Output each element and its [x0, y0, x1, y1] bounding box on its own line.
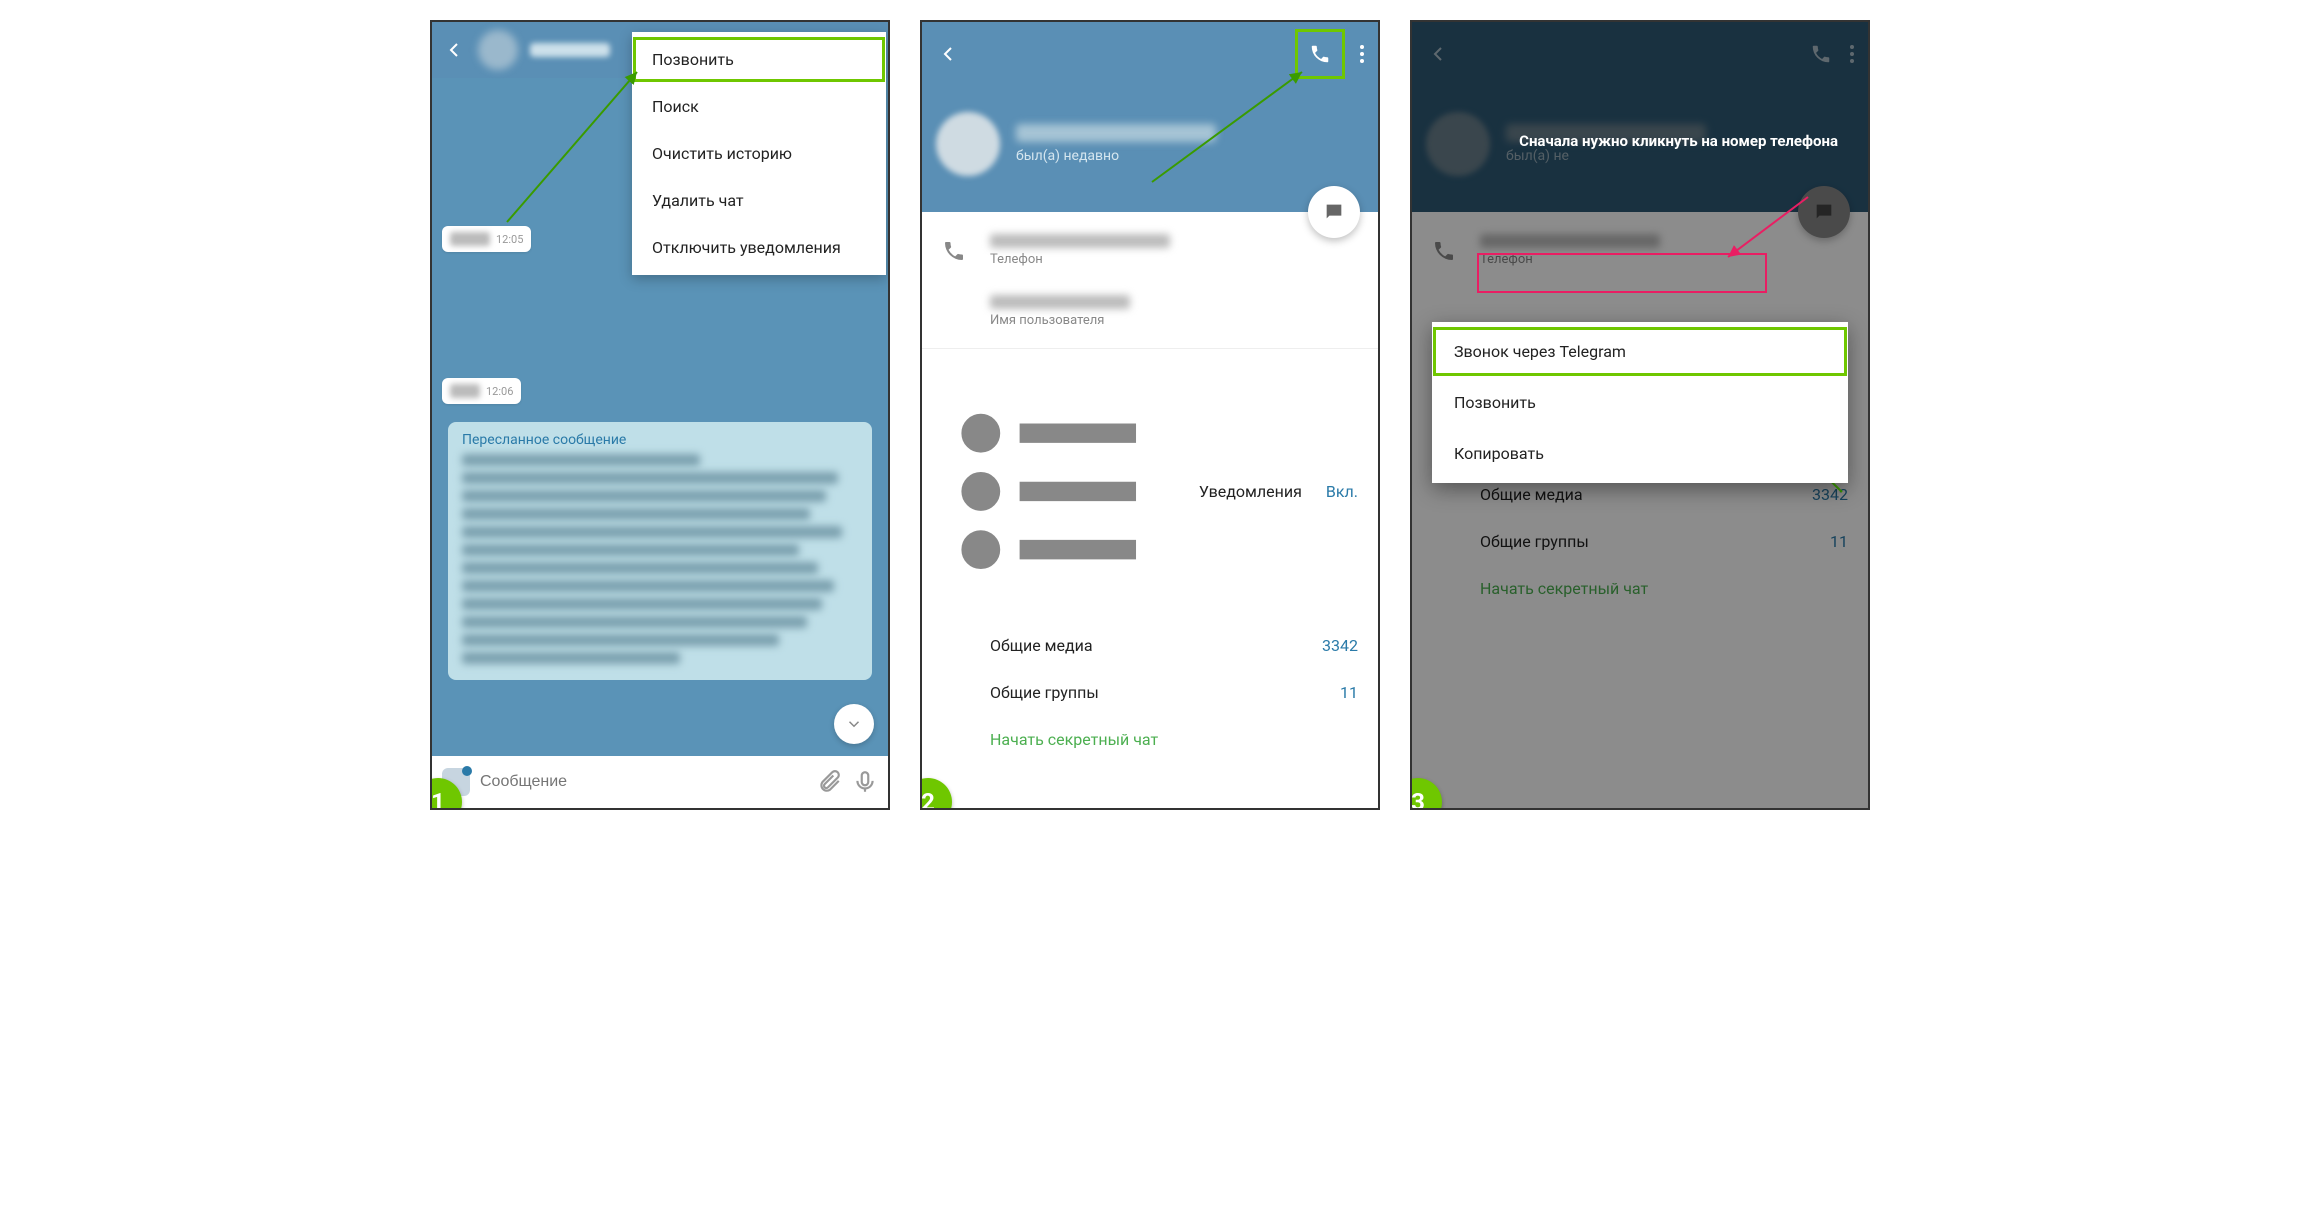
notifications-row[interactable]: Уведомления Вкл.: [922, 361, 1378, 622]
profile-list: Уведомления Вкл. Общие медиа 3342 Общие …: [922, 355, 1378, 769]
profile-body: Телефон Имя пользователя Уведомления Вкл…: [922, 212, 1378, 777]
menu-item-call[interactable]: Позвонить: [632, 36, 886, 83]
popup-item-call[interactable]: Позвонить: [1432, 377, 1848, 428]
panel-step-2: был(а) недавно Телефон Имя пользователя: [920, 20, 1380, 810]
username-blurred: [990, 295, 1130, 309]
shared-groups-row[interactable]: Общие группы 11: [922, 669, 1378, 716]
username-label: Имя пользователя: [990, 313, 1358, 328]
secret-chat-row[interactable]: Начать секретный чат: [922, 716, 1378, 763]
popup-item-telegram-call[interactable]: Звонок через Telegram: [1432, 326, 1848, 377]
message-time: 12:06: [486, 385, 513, 398]
back-icon[interactable]: [442, 38, 466, 62]
shared-groups-label: Общие группы: [990, 683, 1340, 702]
back-icon[interactable]: [936, 42, 960, 66]
more-icon[interactable]: [1360, 45, 1364, 63]
message-input[interactable]: [480, 773, 806, 791]
chevron-down-icon: [845, 715, 863, 733]
phone-icon: [942, 239, 966, 263]
annotation-arrow-pink: [1708, 192, 1828, 272]
message-content-blurred: [450, 384, 480, 398]
message-input-bar: [432, 756, 888, 808]
phone-number-blurred: [990, 234, 1170, 248]
menu-item-clear-history[interactable]: Очистить историю: [632, 130, 886, 177]
shared-media-value: 3342: [1322, 636, 1358, 655]
menu-item-mute[interactable]: Отключить уведомления: [632, 224, 886, 271]
phone-row[interactable]: Телефон: [922, 220, 1378, 281]
forwarded-label: Пересланное сообщение: [462, 432, 858, 448]
shared-media-label: Общие медиа: [990, 636, 1322, 655]
message-content-blurred: [450, 232, 490, 246]
annotation-arrow: [1142, 62, 1322, 202]
popup-item-copy[interactable]: Копировать: [1432, 428, 1848, 479]
menu-item-search[interactable]: Поиск: [632, 83, 886, 130]
list-icon: [942, 375, 1175, 608]
phone-label: Телефон: [990, 252, 1358, 267]
notifications-label: Уведомления: [1199, 482, 1302, 501]
forwarded-message[interactable]: Пересланное сообщение: [448, 422, 872, 680]
menu-item-delete-chat[interactable]: Удалить чат: [632, 177, 886, 224]
avatar[interactable]: [936, 112, 1000, 176]
chat-icon: [1323, 201, 1345, 223]
panel-step-3: был(а) не Телефон Общие медиа 3342 Общие…: [1410, 20, 1870, 810]
overflow-menu: Позвонить Поиск Очистить историю Удалить…: [632, 32, 886, 275]
incoming-message[interactable]: 12:06: [442, 378, 521, 404]
attach-icon[interactable]: [816, 769, 842, 795]
shared-media-row[interactable]: Общие медиа 3342: [922, 622, 1378, 669]
username-row[interactable]: Имя пользователя: [922, 281, 1378, 342]
annotation-text: Сначала нужно кликнуть на номер телефона: [1519, 132, 1838, 152]
notifications-value: Вкл.: [1326, 482, 1358, 501]
phone-action-popup: Звонок через Telegram Позвонить Копирова…: [1432, 322, 1848, 483]
panel-step-1: 12:05 12:06 Пересланное сообщение: [430, 20, 890, 810]
microphone-icon[interactable]: [852, 769, 878, 795]
step-badge: 2: [920, 778, 952, 810]
secret-chat-label: Начать секретный чат: [990, 730, 1158, 749]
shared-groups-value: 11: [1340, 683, 1358, 702]
chat-title-blurred: [530, 43, 610, 57]
annotation-arrow: [497, 62, 657, 242]
scroll-to-bottom-button[interactable]: [834, 704, 874, 744]
